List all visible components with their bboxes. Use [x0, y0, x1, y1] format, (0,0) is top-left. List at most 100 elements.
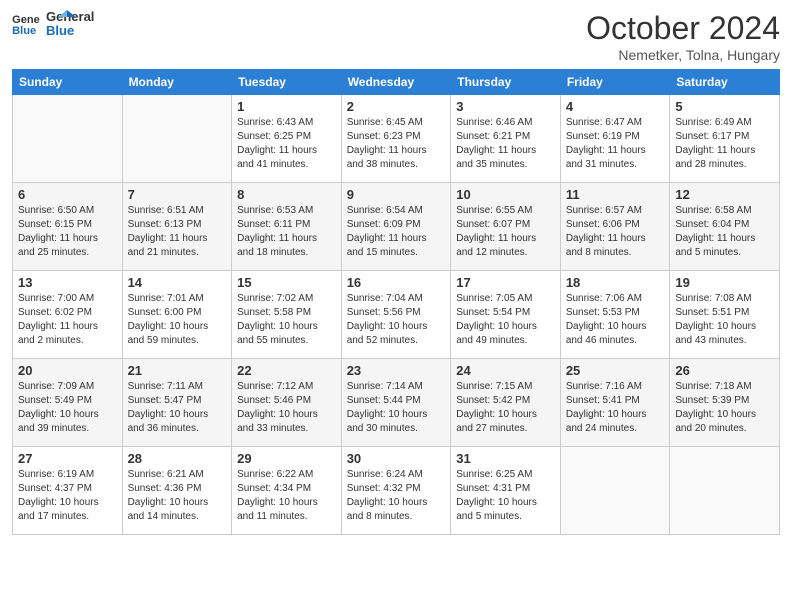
calendar-cell: 7Sunrise: 6:51 AM Sunset: 6:13 PM Daylig… [122, 183, 232, 271]
calendar-cell: 29 Sunrise: 6:22 AM Sunset: 4:34 PM Dayli… [232, 447, 342, 535]
month-title: October 2024 [586, 10, 780, 47]
day-info: Sunrise: 7:09 AM Sunset: 5:49 PM Dayligh… [18, 380, 117, 436]
calendar-cell: 17 Sunrise: 7:05 AM Sunset: 5:54 PM Dayli… [451, 271, 561, 359]
calendar-cell: 20 Sunrise: 7:09 AM Sunset: 5:49 PM Dayli… [13, 359, 123, 447]
week-row: 1 Sunrise: 6:43 AM Sunset: 6:25 PM Daylig… [13, 95, 780, 183]
day-number: 17 [456, 275, 555, 290]
col-header-monday: Monday [122, 70, 232, 95]
calendar-table: SundayMondayTuesdayWednesdayThursdayFrid… [12, 69, 780, 535]
week-row: 13 Sunrise: 7:00 AM Sunset: 6:02 PM Dayli… [13, 271, 780, 359]
day-number: 8 [237, 187, 336, 202]
day-number: 13 [18, 275, 117, 290]
calendar-cell: 6Sunrise: 6:50 AM Sunset: 6:15 PM Daylig… [13, 183, 123, 271]
day-info: Sunrise: 6:57 AM Sunset: 6:06 PM Dayligh… [566, 204, 665, 260]
day-info: Sunrise: 7:01 AM Sunset: 6:00 PM Dayligh… [128, 292, 227, 348]
day-info: Sunrise: 6:21 AM Sunset: 4:36 PM Dayligh… [128, 468, 227, 524]
day-number: 3 [456, 99, 555, 114]
logo-blue-text: Blue [46, 24, 94, 38]
logo: General Blue General Blue [12, 10, 76, 39]
day-number: 5 [675, 99, 774, 114]
calendar-cell: 24 Sunrise: 7:15 AM Sunset: 5:42 PM Dayli… [451, 359, 561, 447]
day-number: 26 [675, 363, 774, 378]
calendar-cell: 22Sunrise: 7:12 AM Sunset: 5:46 PM Dayli… [232, 359, 342, 447]
calendar-cell: 1 Sunrise: 6:43 AM Sunset: 6:25 PM Daylig… [232, 95, 342, 183]
day-number: 16 [347, 275, 446, 290]
day-number: 23 [347, 363, 446, 378]
day-number: 20 [18, 363, 117, 378]
calendar-cell: 13 Sunrise: 7:00 AM Sunset: 6:02 PM Dayli… [13, 271, 123, 359]
calendar-cell: 5 Sunrise: 6:49 AM Sunset: 6:17 PM Daylig… [670, 95, 780, 183]
day-info: Sunrise: 7:14 AM Sunset: 5:44 PM Dayligh… [347, 380, 446, 436]
calendar-cell: 15 Sunrise: 7:02 AM Sunset: 5:58 PM Dayli… [232, 271, 342, 359]
day-info: Sunrise: 7:06 AM Sunset: 5:53 PM Dayligh… [566, 292, 665, 348]
day-info: Sunrise: 7:02 AM Sunset: 5:58 PM Dayligh… [237, 292, 336, 348]
calendar-cell: 10Sunrise: 6:55 AM Sunset: 6:07 PM Dayli… [451, 183, 561, 271]
day-info: Sunrise: 7:08 AM Sunset: 5:51 PM Dayligh… [675, 292, 774, 348]
day-number: 22 [237, 363, 336, 378]
day-info: Sunrise: 6:43 AM Sunset: 6:25 PM Dayligh… [237, 116, 336, 172]
day-number: 19 [675, 275, 774, 290]
day-info: Sunrise: 7:18 AM Sunset: 5:39 PM Dayligh… [675, 380, 774, 436]
day-number: 28 [128, 451, 227, 466]
day-number: 9 [347, 187, 446, 202]
day-info: Sunrise: 6:54 AM Sunset: 6:09 PM Dayligh… [347, 204, 446, 260]
calendar-cell: 23 Sunrise: 7:14 AM Sunset: 5:44 PM Dayli… [341, 359, 451, 447]
day-info: Sunrise: 6:53 AM Sunset: 6:11 PM Dayligh… [237, 204, 336, 260]
calendar-cell: 31Sunrise: 6:25 AM Sunset: 4:31 PM Dayli… [451, 447, 561, 535]
day-number: 14 [128, 275, 227, 290]
day-info: Sunrise: 6:58 AM Sunset: 6:04 PM Dayligh… [675, 204, 774, 260]
calendar-cell [670, 447, 780, 535]
svg-text:Blue: Blue [12, 25, 36, 36]
day-number: 15 [237, 275, 336, 290]
col-header-tuesday: Tuesday [232, 70, 342, 95]
calendar-cell: 18 Sunrise: 7:06 AM Sunset: 5:53 PM Dayli… [560, 271, 670, 359]
day-number: 1 [237, 99, 336, 114]
day-info: Sunrise: 7:05 AM Sunset: 5:54 PM Dayligh… [456, 292, 555, 348]
day-info: Sunrise: 6:24 AM Sunset: 4:32 PM Dayligh… [347, 468, 446, 524]
calendar-cell: 2 Sunrise: 6:45 AM Sunset: 6:23 PM Daylig… [341, 95, 451, 183]
day-info: Sunrise: 7:15 AM Sunset: 5:42 PM Dayligh… [456, 380, 555, 436]
col-header-sunday: Sunday [13, 70, 123, 95]
day-number: 2 [347, 99, 446, 114]
day-info: Sunrise: 6:47 AM Sunset: 6:19 PM Dayligh… [566, 116, 665, 172]
day-number: 24 [456, 363, 555, 378]
calendar-cell: 8 Sunrise: 6:53 AM Sunset: 6:11 PM Daylig… [232, 183, 342, 271]
calendar-cell [560, 447, 670, 535]
day-info: Sunrise: 7:04 AM Sunset: 5:56 PM Dayligh… [347, 292, 446, 348]
day-number: 29 [237, 451, 336, 466]
calendar-cell: 4Sunrise: 6:47 AM Sunset: 6:19 PM Daylig… [560, 95, 670, 183]
day-number: 25 [566, 363, 665, 378]
day-info: Sunrise: 7:00 AM Sunset: 6:02 PM Dayligh… [18, 292, 117, 348]
location-subtitle: Nemetker, Tolna, Hungary [586, 47, 780, 63]
header-row: SundayMondayTuesdayWednesdayThursdayFrid… [13, 70, 780, 95]
day-info: Sunrise: 6:25 AM Sunset: 4:31 PM Dayligh… [456, 468, 555, 524]
day-number: 30 [347, 451, 446, 466]
calendar-cell [13, 95, 123, 183]
calendar-cell [122, 95, 232, 183]
day-number: 27 [18, 451, 117, 466]
calendar-cell: 21 Sunrise: 7:11 AM Sunset: 5:47 PM Dayli… [122, 359, 232, 447]
day-info: Sunrise: 6:45 AM Sunset: 6:23 PM Dayligh… [347, 116, 446, 172]
calendar-cell: 26 Sunrise: 7:18 AM Sunset: 5:39 PM Dayli… [670, 359, 780, 447]
calendar-cell: 11Sunrise: 6:57 AM Sunset: 6:06 PM Dayli… [560, 183, 670, 271]
day-number: 21 [128, 363, 227, 378]
day-info: Sunrise: 6:50 AM Sunset: 6:15 PM Dayligh… [18, 204, 117, 260]
day-number: 10 [456, 187, 555, 202]
day-info: Sunrise: 6:49 AM Sunset: 6:17 PM Dayligh… [675, 116, 774, 172]
calendar-cell: 28 Sunrise: 6:21 AM Sunset: 4:36 PM Dayli… [122, 447, 232, 535]
day-info: Sunrise: 7:16 AM Sunset: 5:41 PM Dayligh… [566, 380, 665, 436]
header: General Blue General Blue October 2024 N… [12, 10, 780, 63]
calendar-cell: 19 Sunrise: 7:08 AM Sunset: 5:51 PM Dayli… [670, 271, 780, 359]
day-info: Sunrise: 7:11 AM Sunset: 5:47 PM Dayligh… [128, 380, 227, 436]
logo-icon: General Blue [12, 12, 40, 36]
col-header-friday: Friday [560, 70, 670, 95]
calendar-cell: 14 Sunrise: 7:01 AM Sunset: 6:00 PM Dayli… [122, 271, 232, 359]
day-number: 18 [566, 275, 665, 290]
calendar-cell: 16 Sunrise: 7:04 AM Sunset: 5:56 PM Dayli… [341, 271, 451, 359]
day-number: 7 [128, 187, 227, 202]
calendar-container: General Blue General Blue October 2024 N… [0, 0, 792, 545]
week-row: 6Sunrise: 6:50 AM Sunset: 6:15 PM Daylig… [13, 183, 780, 271]
day-info: Sunrise: 6:22 AM Sunset: 4:34 PM Dayligh… [237, 468, 336, 524]
week-row: 27Sunrise: 6:19 AM Sunset: 4:37 PM Dayli… [13, 447, 780, 535]
day-number: 12 [675, 187, 774, 202]
